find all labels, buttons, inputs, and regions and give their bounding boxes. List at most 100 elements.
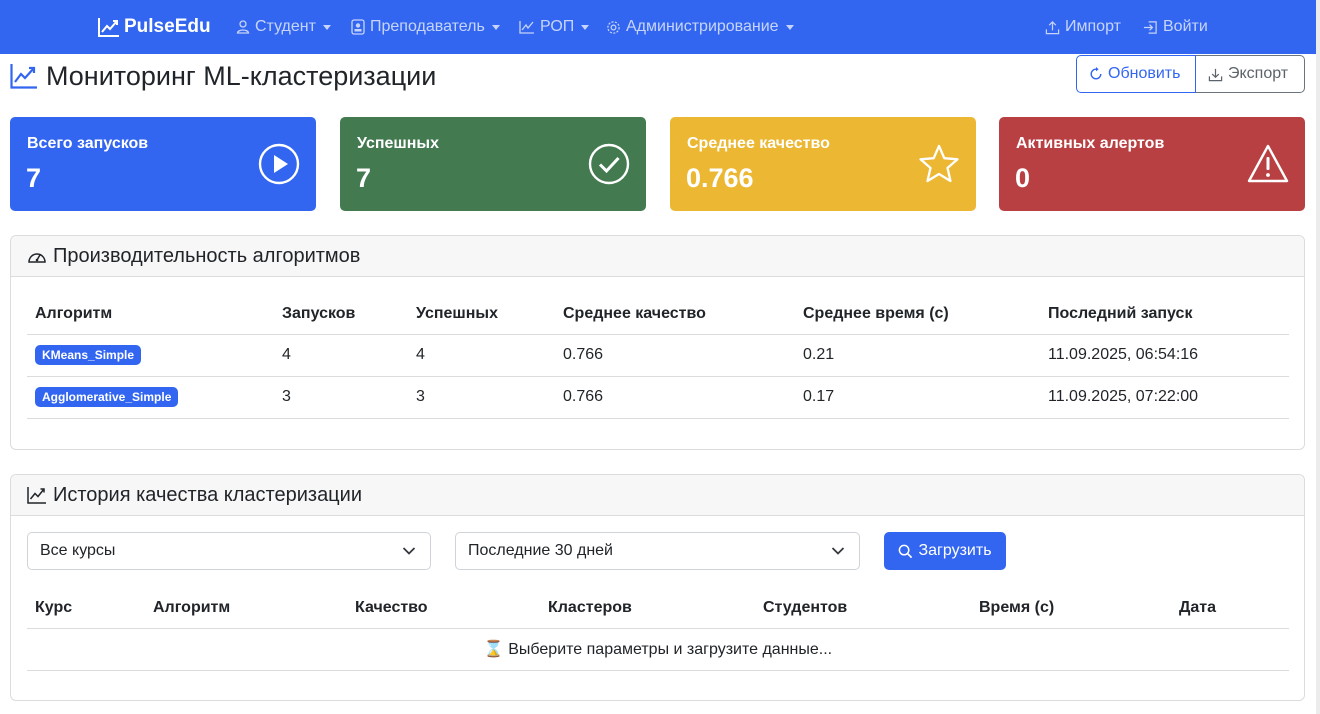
stat-card-total-runs: Всего запусков 7 <box>10 117 316 211</box>
load-label: Загрузить <box>918 542 992 559</box>
speedometer-icon <box>28 253 46 263</box>
card-title: Производительность алгоритмов <box>53 244 361 267</box>
algorithm-performance-card: Производительность алгоритмов Алгоритм З… <box>10 235 1305 450</box>
nav-student-dropdown[interactable]: Студент <box>236 0 331 54</box>
table-row: KMeans_Simple 4 4 0.766 0.21 11.09.2025,… <box>27 334 1289 377</box>
export-button[interactable]: Экспорт <box>1196 55 1305 93</box>
refresh-icon <box>1090 67 1102 80</box>
load-button[interactable]: Загрузить <box>884 532 1006 570</box>
chart-line-icon <box>98 18 119 37</box>
login-icon <box>1143 20 1157 34</box>
stat-value: 7 <box>356 163 372 193</box>
caret-down-icon <box>491 24 500 30</box>
course-select-value: Все курсы <box>40 542 116 559</box>
brand-logo[interactable]: PulseEdu <box>98 0 211 54</box>
clustering-history-table: Курс Алгоритм Качество Кластеров Студент… <box>27 588 1289 671</box>
table-row: Agglomerative_Simple 3 3 0.766 0.17 11.0… <box>27 376 1289 419</box>
time-cell: 0.17 <box>795 376 1040 419</box>
chevron-down-icon <box>402 547 416 555</box>
successful-cell: 4 <box>408 334 555 377</box>
stat-label: Активных алертов <box>1016 135 1165 152</box>
last-run-cell: 11.09.2025, 06:54:16 <box>1040 334 1289 377</box>
algorithm-performance-table: Алгоритм Запусков Успешных Среднее качес… <box>27 294 1289 419</box>
stat-label: Среднее качество <box>687 135 830 152</box>
empty-state-message: ⌛ Выберите параметры и загрузите данные.… <box>27 628 1289 671</box>
column-header: Запусков <box>274 294 408 335</box>
nav-teacher-label: Преподаватель <box>370 18 485 35</box>
top-navbar: PulseEdu Студент Преподаватель РОП Админ… <box>0 0 1316 54</box>
chart-line-icon <box>10 64 37 89</box>
column-header: Дата <box>1171 588 1289 629</box>
column-header: Кластеров <box>540 588 755 629</box>
stat-value: 7 <box>26 163 42 193</box>
upload-icon <box>1045 20 1060 34</box>
stat-label: Всего запусков <box>27 135 149 152</box>
play-circle-icon <box>258 143 300 185</box>
page-title: Мониторинг ML-кластеризации <box>10 58 436 94</box>
period-select-value: Последние 30 дней <box>468 542 613 559</box>
card-header: История качества кластеризации <box>11 475 1304 516</box>
course-select[interactable]: Все курсы <box>27 532 431 570</box>
nav-student-label: Студент <box>255 18 316 35</box>
nav-rop-label: РОП <box>540 18 575 35</box>
check-circle-icon <box>588 143 630 185</box>
stat-card-avg-quality: Среднее качество 0.766 <box>670 117 976 211</box>
caret-down-icon <box>322 24 331 30</box>
stat-value: 0.766 <box>686 163 754 193</box>
column-header: Алгоритм <box>145 588 347 629</box>
nav-login-link[interactable]: Войти <box>1143 0 1208 54</box>
last-run-cell: 11.09.2025, 07:22:00 <box>1040 376 1289 419</box>
period-select[interactable]: Последние 30 дней <box>455 532 860 570</box>
nav-import-link[interactable]: Импорт <box>1045 0 1121 54</box>
nav-admin-dropdown[interactable]: Администрирование <box>606 0 794 54</box>
stat-card-active-alerts: Активных алертов 0 <box>999 117 1305 211</box>
stat-card-successful: Успешных 7 <box>340 117 646 211</box>
quality-cell: 0.766 <box>555 334 795 377</box>
chart-icon <box>519 21 534 34</box>
column-header: Среднее качество <box>555 294 795 335</box>
column-header: Среднее время (с) <box>795 294 1040 335</box>
refresh-label: Обновить <box>1108 65 1181 82</box>
caret-down-icon <box>581 24 590 30</box>
warning-icon <box>1247 144 1289 183</box>
gear-icon <box>607 20 620 34</box>
quality-cell: 0.766 <box>555 376 795 419</box>
nav-rop-dropdown[interactable]: РОП <box>519 0 590 54</box>
time-cell: 0.21 <box>795 334 1040 377</box>
column-header: Алгоритм <box>27 294 274 335</box>
nav-login-label: Войти <box>1163 18 1208 35</box>
chart-line-icon <box>27 487 46 504</box>
column-header: Качество <box>347 588 540 629</box>
refresh-button[interactable]: Обновить <box>1076 55 1196 93</box>
table-row: ⌛ Выберите параметры и загрузите данные.… <box>27 628 1289 671</box>
nav-admin-label: Администрирование <box>626 18 779 35</box>
header-actions: Обновить Экспорт <box>1076 55 1305 93</box>
column-header: Последний запуск <box>1040 294 1289 335</box>
chevron-down-icon <box>831 547 845 555</box>
nav-import-label: Импорт <box>1065 18 1121 35</box>
stat-value: 0 <box>1015 163 1031 193</box>
search-icon <box>899 544 913 558</box>
nav-teacher-dropdown[interactable]: Преподаватель <box>351 0 500 54</box>
algorithm-badge: Agglomerative_Simple <box>35 387 179 407</box>
download-icon <box>1208 68 1223 81</box>
window-edge <box>1316 0 1320 714</box>
runs-cell: 4 <box>274 334 408 377</box>
stat-label: Успешных <box>357 135 439 152</box>
algorithm-badge: KMeans_Simple <box>35 345 142 365</box>
algorithm-cell: KMeans_Simple <box>27 334 274 377</box>
brand-name: PulseEdu <box>124 16 211 37</box>
export-label: Экспорт <box>1228 65 1289 82</box>
person-icon <box>236 20 250 34</box>
card-title: История качества кластеризации <box>53 483 362 506</box>
card-header: Производительность алгоритмов <box>11 236 1304 277</box>
runs-cell: 3 <box>274 376 408 419</box>
table-header-row: Курс Алгоритм Качество Кластеров Студент… <box>27 588 1289 629</box>
column-header: Курс <box>27 588 145 629</box>
badge-icon <box>351 19 365 35</box>
table-header-row: Алгоритм Запусков Успешных Среднее качес… <box>27 294 1289 335</box>
star-icon <box>919 144 959 183</box>
column-header: Успешных <box>408 294 555 335</box>
caret-down-icon <box>785 24 794 30</box>
successful-cell: 3 <box>408 376 555 419</box>
